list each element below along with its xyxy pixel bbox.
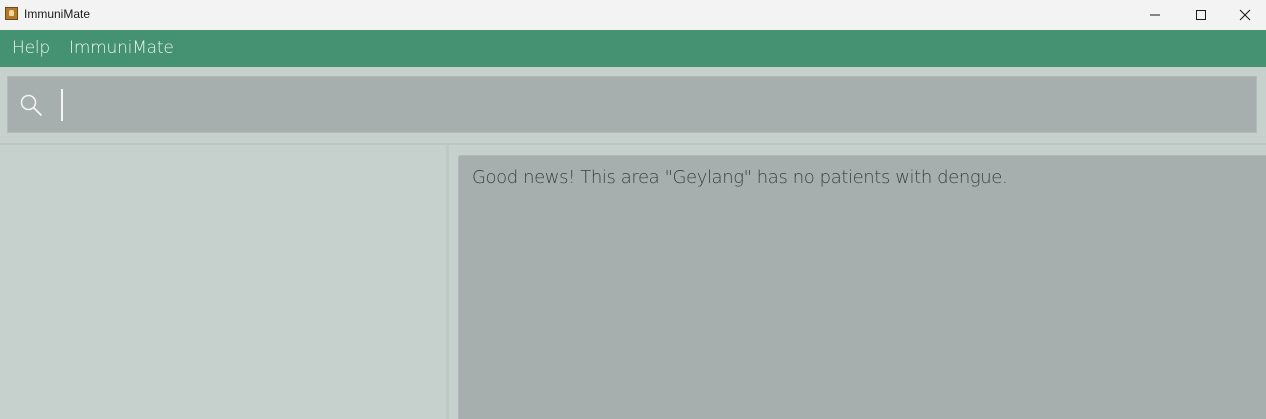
command-input[interactable]: [60, 89, 1244, 123]
result-message: Good news! This area "Geylang" has no pa…: [472, 167, 1008, 188]
minimize-button[interactable]: [1132, 0, 1178, 30]
close-button[interactable]: [1222, 0, 1266, 30]
menu-item-help[interactable]: Help: [12, 38, 50, 58]
split-pane-divider[interactable]: [446, 145, 449, 419]
app-window: ImmuniMate Help ImmuniMate Good news! Th…: [0, 0, 1266, 419]
command-area: [0, 67, 1266, 143]
menu-item-immunimate[interactable]: ImmuniMate: [69, 38, 174, 58]
maximize-icon: [1196, 10, 1206, 20]
command-box[interactable]: [7, 76, 1257, 133]
text-caret: [61, 89, 63, 121]
search-icon: [20, 94, 42, 116]
title-bar: ImmuniMate: [0, 0, 1266, 30]
maximize-button[interactable]: [1178, 0, 1224, 30]
window-title: ImmuniMate: [24, 7, 91, 21]
app-logo-icon: [5, 7, 18, 20]
close-icon: [1239, 9, 1251, 21]
menu-bar: Help ImmuniMate: [0, 30, 1266, 67]
person-list-panel[interactable]: [0, 145, 446, 419]
result-display: Good news! This area "Geylang" has no pa…: [458, 155, 1266, 419]
minimize-icon: [1150, 14, 1160, 16]
